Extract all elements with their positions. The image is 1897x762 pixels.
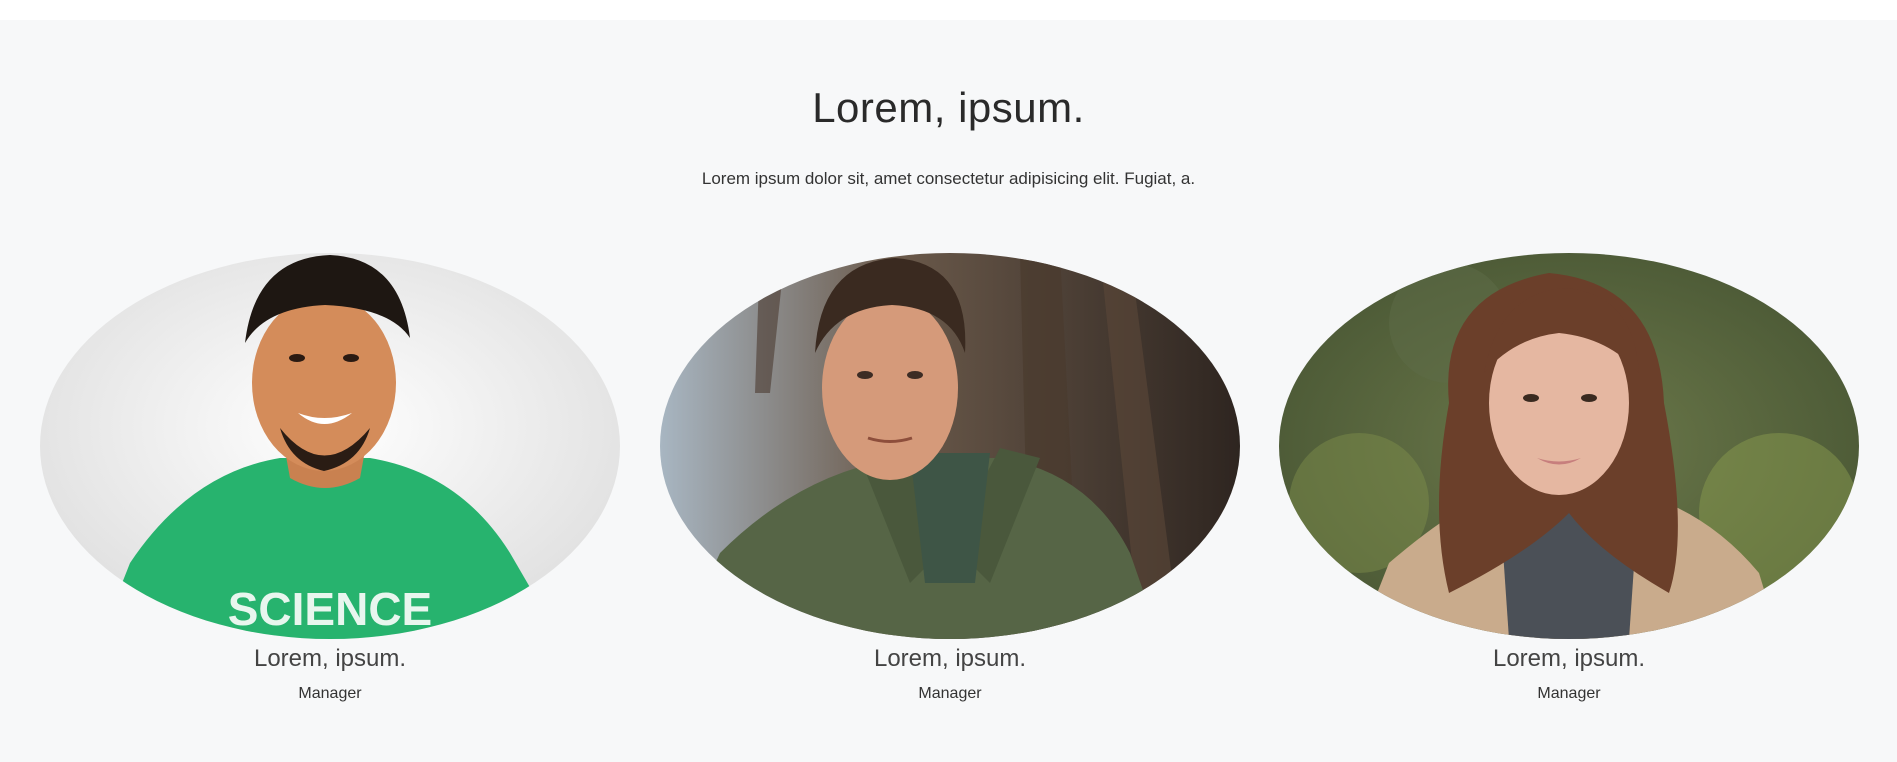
section-subtitle: Lorem ipsum dolor sit, amet consectetur … — [701, 169, 1196, 188]
member-role: Manager — [918, 685, 982, 702]
team-member-card: SCIENCE Lorem, ipsum. Manager — [40, 253, 620, 723]
member-name: Lorem, ipsum. — [253, 645, 407, 672]
shirt-print-text: SCIENCE — [228, 583, 432, 635]
member-role: Manager — [298, 685, 362, 702]
team-section: Lorem, ipsum. Lorem ipsum dolor sit, ame… — [0, 20, 1897, 762]
page-top-strip — [0, 0, 1897, 20]
member-name: Lorem, ipsum. — [1492, 645, 1646, 672]
member-role: Manager — [1537, 685, 1601, 702]
member-photo — [1279, 253, 1859, 639]
member-name: Lorem, ipsum. — [873, 645, 1027, 672]
team-member-card: Lorem, ipsum. Manager — [1279, 253, 1859, 723]
team-member-card: Lorem, ipsum. Manager — [660, 253, 1240, 723]
member-photo — [660, 253, 1240, 639]
section-title: Lorem, ipsum. — [812, 84, 1085, 131]
member-photo: SCIENCE — [40, 253, 620, 639]
